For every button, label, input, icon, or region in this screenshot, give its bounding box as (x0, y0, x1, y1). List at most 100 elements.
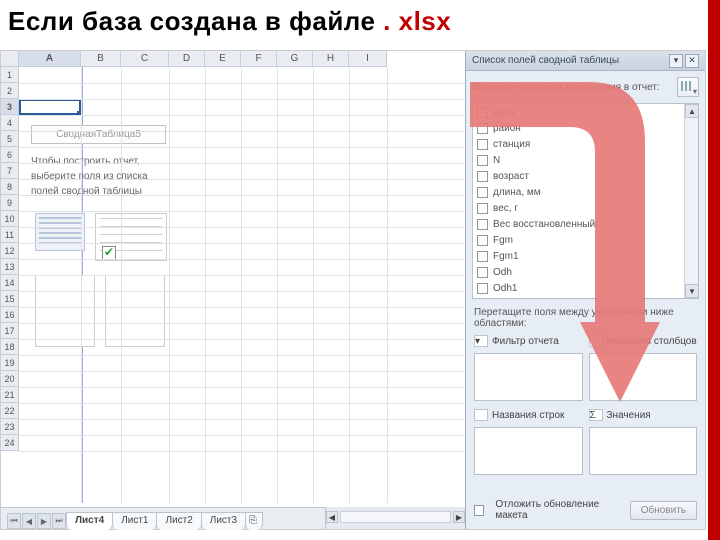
row-header-3[interactable]: 3 (1, 99, 19, 115)
scroll-up-button[interactable]: ▲ (685, 104, 699, 118)
row-header-16[interactable]: 16 (1, 307, 19, 323)
field-item[interactable]: Fgm1 (473, 248, 698, 264)
new-sheet-button[interactable]: ⎘ (245, 512, 263, 530)
defer-update-checkbox[interactable] (474, 505, 484, 516)
field-item[interactable]: N (473, 152, 698, 168)
field-item[interactable]: дата (473, 104, 698, 120)
layout-options-button[interactable] (677, 77, 699, 97)
row-header-18[interactable]: 18 (1, 339, 19, 355)
worksheet-area[interactable]: СводнаяТаблица5 Чтобы построить отчет, в… (1, 51, 465, 503)
row-header-24[interactable]: 24 (1, 435, 19, 451)
tab-nav-prev[interactable]: ◀ (22, 513, 36, 529)
row-header-13[interactable]: 13 (1, 259, 19, 275)
horizontal-scrollbar[interactable]: ◀ ▶ (325, 507, 465, 529)
update-button[interactable]: Обновить (630, 501, 697, 520)
scroll-right-button[interactable]: ▶ (453, 511, 465, 523)
field-checkbox[interactable] (477, 267, 488, 278)
field-label: Fgm (493, 235, 513, 246)
column-header-G[interactable]: G (277, 51, 313, 67)
pane-close-button[interactable]: ✕ (685, 54, 699, 68)
tab-nav-last[interactable]: ⏭ (52, 513, 66, 529)
field-label: длина, мм (493, 187, 541, 198)
column-header-A[interactable]: A (19, 51, 81, 67)
field-list[interactable]: датарайонстанция Nвозраст длина, мм вес, г В… (472, 103, 699, 299)
row-header-11[interactable]: 11 (1, 227, 19, 243)
column-header-F[interactable]: F (241, 51, 277, 67)
field-item[interactable]: вес, г (473, 200, 698, 216)
sheet-tab-bar: ⏮ ◀ ▶ ⏭ Лист4Лист1Лист2Лист3⎘ ◀ ▶ (1, 507, 465, 529)
field-checkbox[interactable] (477, 187, 488, 198)
field-checkbox[interactable] (477, 107, 488, 118)
select-all-corner[interactable] (1, 51, 19, 67)
title-main: Если база создана в файле (8, 6, 375, 36)
row-header-8[interactable]: 8 (1, 179, 19, 195)
field-label: N (493, 155, 500, 166)
row-header-1[interactable]: 1 (1, 67, 19, 83)
sheet-tab[interactable]: Лист4 (66, 512, 113, 530)
field-item[interactable]: длина, мм (473, 184, 698, 200)
drop-zone-filter[interactable] (474, 353, 583, 401)
drop-zone-values[interactable] (589, 427, 698, 475)
row-header-2[interactable]: 2 (1, 83, 19, 99)
column-header-I[interactable]: I (349, 51, 387, 67)
sheet-tab[interactable]: Лист3 (201, 512, 246, 530)
active-cell[interactable] (19, 99, 81, 115)
field-checkbox[interactable] (477, 283, 488, 294)
row-header-10[interactable]: 10 (1, 211, 19, 227)
field-checkbox[interactable] (477, 155, 488, 166)
sigma-icon: Σ (589, 409, 603, 421)
field-list-scrollbar[interactable]: ▲ ▼ (684, 104, 698, 298)
sheet-tab[interactable]: Лист1 (112, 512, 157, 530)
tab-nav-first[interactable]: ⏮ (7, 513, 21, 529)
pane-dropdown-button[interactable]: ▾ (669, 54, 683, 68)
field-checkbox[interactable] (477, 219, 488, 230)
column-header-D[interactable]: D (169, 51, 205, 67)
drop-zones: ▾Фильтр отчета Названия столбцов Названи… (466, 333, 705, 477)
rows-icon (474, 409, 488, 421)
tab-nav-next[interactable]: ▶ (37, 513, 51, 529)
row-header-15[interactable]: 15 (1, 291, 19, 307)
field-item[interactable]: район (473, 120, 698, 136)
scroll-track[interactable] (340, 511, 451, 523)
row-header-7[interactable]: 7 (1, 163, 19, 179)
field-checkbox[interactable] (477, 123, 488, 134)
field-item[interactable]: Fgm (473, 232, 698, 248)
row-header-19[interactable]: 19 (1, 355, 19, 371)
row-header-14[interactable]: 14 (1, 275, 19, 291)
scroll-down-button[interactable]: ▼ (685, 284, 699, 298)
scroll-left-button[interactable]: ◀ (326, 511, 338, 523)
row-header-4[interactable]: 4 (1, 115, 19, 131)
column-header-B[interactable]: B (81, 51, 121, 67)
pivot-field-list-pane: Список полей сводной таблицы ▾ ✕ Выберит… (465, 51, 705, 529)
row-header-12[interactable]: 12 (1, 243, 19, 259)
row-header-20[interactable]: 20 (1, 371, 19, 387)
drop-zone-rows[interactable] (474, 427, 583, 475)
field-item[interactable]: возраст (473, 168, 698, 184)
field-checkbox[interactable] (477, 139, 488, 150)
slide-title: Если база создана в файле . xlsx (8, 6, 451, 37)
field-checkbox[interactable] (477, 171, 488, 182)
row-header-9[interactable]: 9 (1, 195, 19, 211)
field-checkbox[interactable] (477, 203, 488, 214)
field-item[interactable]: Odh (473, 264, 698, 280)
row-header-23[interactable]: 23 (1, 419, 19, 435)
field-item[interactable]: станция (473, 136, 698, 152)
column-header-C[interactable]: C (121, 51, 169, 67)
field-checkbox[interactable] (477, 235, 488, 246)
zone-header-rows: Названия строк (474, 407, 583, 423)
sheet-tab[interactable]: Лист2 (156, 512, 201, 530)
row-header-5[interactable]: 5 (1, 131, 19, 147)
field-label: вес, г (493, 203, 518, 214)
drop-zone-columns[interactable] (589, 353, 698, 401)
row-header-6[interactable]: 6 (1, 147, 19, 163)
row-header-17[interactable]: 17 (1, 323, 19, 339)
pivot-name-box: СводнаяТаблица5 (31, 125, 166, 144)
row-header-21[interactable]: 21 (1, 387, 19, 403)
field-checkbox[interactable] (477, 251, 488, 262)
field-item[interactable]: Вес восстановленный (473, 216, 698, 232)
pivot-diagram (31, 209, 181, 359)
field-item[interactable]: Odh1 (473, 280, 698, 296)
column-header-H[interactable]: H (313, 51, 349, 67)
column-header-E[interactable]: E (205, 51, 241, 67)
row-header-22[interactable]: 22 (1, 403, 19, 419)
